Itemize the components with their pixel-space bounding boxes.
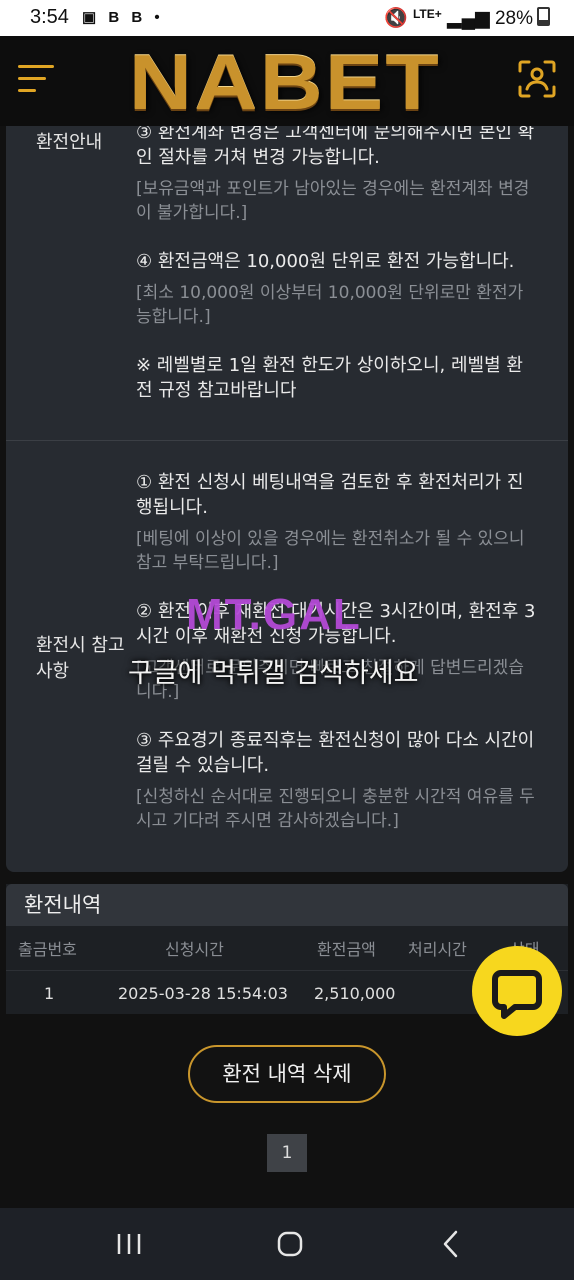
battery-icon	[537, 7, 550, 26]
guide-line: ③ 환전계좌 변경은 고객센터에 문의해주시면 본인 확인 절차를 거쳐 변경 …	[136, 126, 535, 168]
status-bar: 3:54 ▣ B B • 🔇 LTE+ ▂▄▆ 28%	[0, 0, 574, 36]
watermark-text: 구글에 먹튀갤 검색하세요	[128, 658, 419, 689]
row-body: ③ 환전계좌 변경은 고객센터에 문의해주시면 본인 확인 절차를 거쳐 변경 …	[136, 126, 538, 403]
withdraw-info-panel: 환전안내 ③ 환전계좌 변경은 고객센터에 문의해주시면 본인 확인 절차를 거…	[6, 126, 568, 872]
cell-id: 1	[44, 984, 55, 1003]
system-navbar	[0, 1208, 574, 1280]
history-title: 환전내역	[6, 884, 568, 926]
site-logo[interactable]: NABET	[89, 40, 481, 124]
notes-line: ① 환전 신청시 베팅내역을 검토한 후 환전처리가 진행됩니다.	[136, 472, 524, 518]
signal-icon: ▂▄▆	[447, 8, 490, 29]
delete-history-button[interactable]: 환전 내역 삭제	[188, 1045, 386, 1103]
status-time: 3:54	[30, 6, 69, 28]
home-icon[interactable]	[265, 1226, 315, 1262]
notification-icons: ▣ B B •	[82, 9, 164, 26]
row-label: 환전안내	[36, 132, 103, 153]
cell-amount: 2,510,000	[314, 984, 396, 1003]
cell-request-time: 2025-03-28 15:54:03	[118, 984, 288, 1003]
watermark-logo-text: MT.GAL	[186, 590, 362, 639]
col-header: 신청시간	[165, 940, 224, 959]
col-header: 환전금액	[317, 940, 376, 959]
guide-line: ※ 레벨별로 1일 환전 한도가 상이하오니, 레벨별 환전 규정 참고바랍니다	[136, 355, 523, 401]
guide-note: [최소 10,000원 이상부터 10,000원 단위로만 환전가능합니다.]	[136, 283, 524, 327]
notes-note: [베팅에 이상이 있을 경우에는 환전취소가 될 수 있으니 참고 부탁드립니다…	[136, 529, 525, 573]
hamburger-icon[interactable]	[18, 62, 58, 98]
info-row-guide: 환전안내 ③ 환전계좌 변경은 고객센터에 문의해주시면 본인 확인 절차를 거…	[6, 126, 568, 440]
chat-bubble-icon[interactable]	[472, 946, 562, 1036]
guide-note: [보유금액과 포인트가 남아있는 경우에는 환전계좌 변경이 불가합니다.]	[136, 179, 530, 223]
notes-line: ③ 주요경기 종료직후는 환전신청이 많아 다소 시간이 걸릴 수 있습니다.	[136, 730, 535, 776]
col-header: 출금번호	[18, 940, 77, 959]
row-label: 환전시 참고사항	[36, 635, 125, 682]
status-right: 🔇 LTE+ ▂▄▆ 28%	[384, 6, 550, 30]
col-header: 처리시간	[408, 940, 467, 959]
network-label: LTE+	[412, 7, 442, 21]
chat-bubble-glyph	[492, 970, 542, 1019]
user-scan-icon[interactable]	[518, 60, 556, 98]
watermark-logo: MT.GAL	[186, 590, 386, 640]
recent-apps-icon[interactable]	[104, 1226, 154, 1262]
notes-note: [신청하신 순서대로 진행되오니 충분한 시간적 여유를 두시고 기다려 주시면…	[136, 787, 535, 831]
guide-line: ④ 환전금액은 10,000원 단위로 환전 가능합니다.	[136, 251, 515, 272]
mute-icon: 🔇	[383, 8, 408, 29]
site-header: NABET	[0, 36, 574, 126]
back-icon[interactable]	[426, 1226, 476, 1262]
page-button[interactable]: 1	[267, 1134, 307, 1172]
battery-percent: 28%	[494, 8, 533, 29]
